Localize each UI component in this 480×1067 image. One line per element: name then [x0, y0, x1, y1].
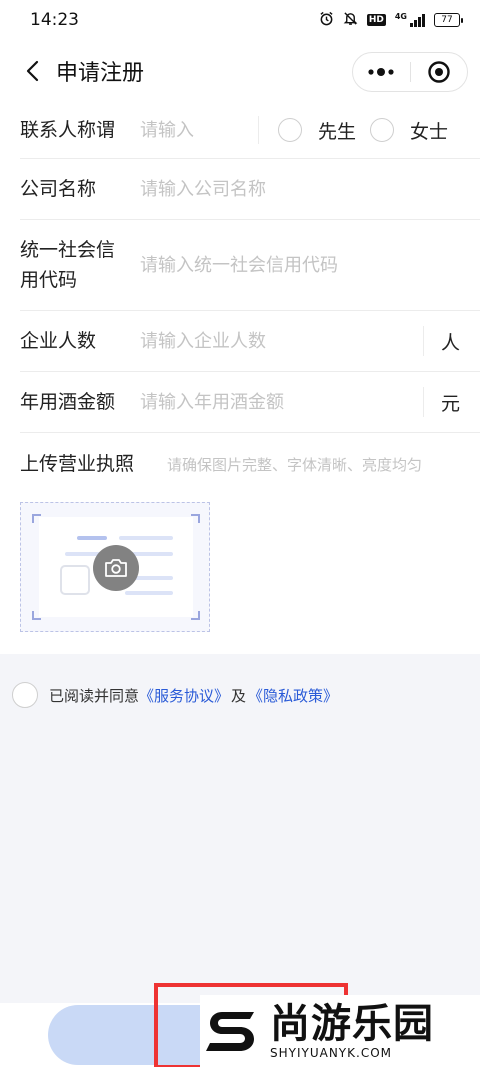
- credit-code-label-line1: 统一社会信: [20, 239, 116, 261]
- close-button[interactable]: [411, 53, 468, 91]
- camera-icon: [93, 545, 139, 591]
- hd-icon: HD: [366, 14, 386, 26]
- watermark-logo: [204, 1002, 262, 1060]
- contact-divider: [258, 116, 259, 144]
- radio-ms-circle[interactable]: [370, 118, 394, 142]
- mute-bell-icon: [343, 11, 358, 29]
- watermark-text: 尚游乐园 SHYIYUANYK.COM: [270, 1002, 434, 1060]
- credit-code-label-line2: 用代码: [20, 269, 78, 291]
- mini-program-capsule: [352, 52, 468, 92]
- employees-unit: 人: [440, 331, 460, 354]
- signal-icon: [410, 13, 425, 27]
- company-row: 公司名称: [20, 159, 480, 220]
- contact-input[interactable]: [140, 119, 250, 141]
- employees-label: 企业人数: [20, 330, 97, 352]
- employees-row: 企业人数 人: [20, 311, 480, 372]
- network-type: 4G: [394, 11, 407, 21]
- radio-ms[interactable]: 女士: [370, 117, 448, 144]
- license-label: 上传营业执照: [20, 453, 135, 475]
- target-circle-icon: [428, 61, 450, 83]
- contact-row: 联系人称谓 先生 女士: [20, 102, 480, 159]
- license-hint: 请确保图片完整、字体清晰、亮度均匀: [167, 456, 423, 474]
- radio-mr-label: 先生: [318, 120, 357, 143]
- status-icons: HD 4G 77: [319, 11, 463, 29]
- alarm-icon: [319, 11, 334, 29]
- wine-amount-input[interactable]: [140, 391, 410, 413]
- register-form: 联系人称谓 先生 女士 公司名称 统一社会信 用代码 企业人数 人 年用酒金额: [0, 102, 480, 654]
- license-upload-box[interactable]: [20, 502, 210, 632]
- agreement: 已阅读并同意 《服务协议》 及 《隐私政策》: [12, 682, 338, 708]
- wine-amount-label: 年用酒金额: [20, 391, 116, 413]
- more-dots-icon: [368, 68, 394, 76]
- chevron-left-icon: [26, 60, 39, 82]
- wine-amount-unit-divider: [423, 387, 424, 417]
- watermark-url: SHYIYUANYK.COM: [270, 1046, 392, 1060]
- status-bar: 14:23 HD 4G 77: [0, 0, 480, 40]
- battery-level: 77: [441, 15, 453, 25]
- credit-code-label: 统一社会信 用代码: [20, 235, 115, 295]
- wine-amount-row: 年用酒金额 元: [20, 372, 480, 433]
- radio-ms-label: 女士: [410, 120, 449, 143]
- credit-code-row: 统一社会信 用代码: [20, 220, 480, 311]
- more-button[interactable]: [353, 53, 410, 91]
- battery-icon: 77: [434, 13, 463, 27]
- wine-amount-unit: 元: [440, 392, 460, 415]
- service-agreement-link[interactable]: 《服务协议》: [139, 685, 229, 706]
- agreement-and: 及: [231, 686, 247, 705]
- status-time: 14:23: [30, 10, 79, 30]
- company-label: 公司名称: [20, 178, 97, 200]
- nav-bar: 申请注册: [0, 40, 480, 102]
- contact-label: 联系人称谓: [20, 119, 116, 141]
- page-title: 申请注册: [56, 61, 145, 86]
- radio-mr-circle[interactable]: [278, 118, 302, 142]
- agreement-prefix: 已阅读并同意: [49, 686, 140, 705]
- back-button[interactable]: [22, 60, 44, 82]
- employees-unit-divider: [423, 326, 424, 356]
- radio-mr[interactable]: 先生: [278, 117, 356, 144]
- privacy-policy-link[interactable]: 《隐私政策》: [248, 685, 338, 706]
- credit-code-input[interactable]: [140, 254, 460, 276]
- watermark: 尚游乐园 SHYIYUANYK.COM: [200, 995, 480, 1067]
- company-input[interactable]: [140, 178, 440, 200]
- employees-input[interactable]: [140, 330, 410, 352]
- agree-checkbox[interactable]: [12, 682, 38, 708]
- watermark-name: 尚游乐园: [270, 1001, 434, 1047]
